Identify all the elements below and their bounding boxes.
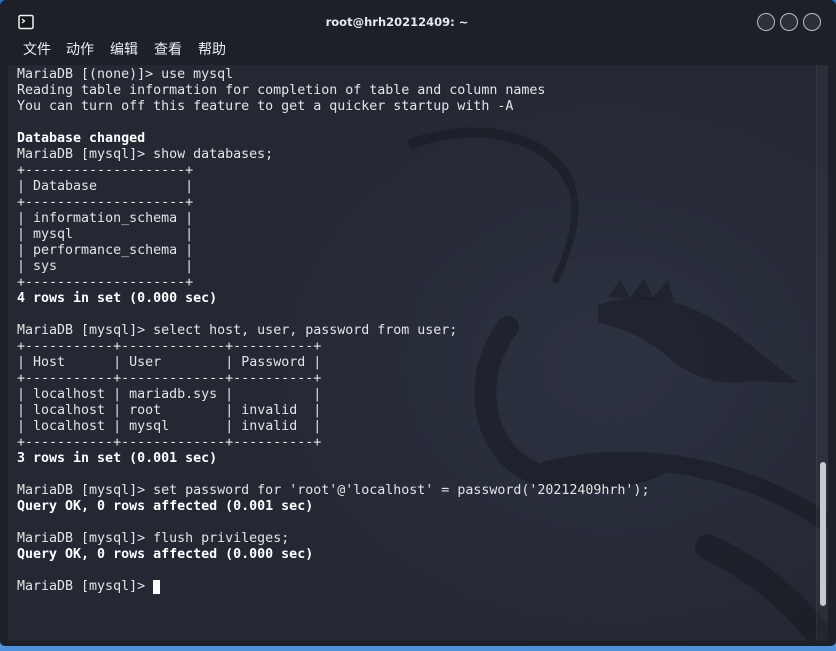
status-message: Database changed	[17, 131, 146, 146]
table-cell: localhost	[33, 403, 106, 418]
command-line: MariaDB [mysql]> select host, user, pass…	[17, 323, 814, 339]
terminal-text: MariaDB [(none)]> use mysql Reading tabl…	[17, 67, 814, 595]
menu-edit[interactable]: 编辑	[110, 40, 138, 60]
table-cell: information_schema	[33, 211, 178, 226]
menu-file[interactable]: 文件	[23, 40, 51, 60]
terminal-window: root@hrh20212409: ~ 文件 动作 编辑 查看 帮助 Maria…	[0, 0, 836, 646]
table-border: +-----------+-------------+----------+	[17, 435, 322, 450]
table-cell: sys	[33, 259, 58, 274]
column-header: Database	[33, 179, 98, 194]
info-message: You can turn off this feature to get a q…	[17, 99, 514, 114]
user-table: +-----------+-------------+----------+ | …	[17, 339, 814, 451]
table-cell: invalid	[241, 419, 298, 434]
prompt: MariaDB [(none)]>	[17, 67, 154, 82]
prompt: MariaDB [mysql]>	[17, 579, 146, 594]
status-message: 4 rows in set (0.000 sec)	[17, 291, 218, 306]
prompt: MariaDB [mysql]>	[17, 483, 146, 498]
table-header: | Database |	[17, 179, 194, 194]
table-row: | localhost | mysql | invalid |	[17, 419, 322, 434]
table-cell: performance_schema	[33, 243, 178, 258]
scrollbar-thumb[interactable]	[820, 462, 826, 607]
column-header: Password	[241, 355, 306, 370]
status-message: Query OK, 0 rows affected (0.000 sec)	[17, 547, 314, 562]
table-row: | localhost | mariadb.sys | |	[17, 387, 322, 402]
command-text: set password for 'root'@'localhost' = pa…	[153, 483, 650, 498]
prompt: MariaDB [mysql]>	[17, 323, 146, 338]
table-cell: mariadb.sys	[129, 387, 218, 402]
scrollbar[interactable]	[816, 65, 828, 641]
databases-table: +--------------------+ | Database | +-----…	[17, 163, 814, 291]
table-cell: invalid	[241, 403, 298, 418]
table-cell: mysql	[129, 419, 170, 434]
table-cell: localhost	[33, 419, 106, 434]
command-text: flush privileges;	[153, 531, 290, 546]
table-header: | Host | User | Password |	[17, 355, 322, 370]
table-border: +-----------+-------------+----------+	[17, 339, 322, 354]
title-bar[interactable]: root@hrh20212409: ~	[0, 0, 836, 40]
command-text: select host, user, password from user;	[153, 323, 458, 338]
command-line: MariaDB [mysql]> flush privileges;	[17, 531, 814, 547]
table-cell: localhost	[33, 387, 106, 402]
table-border: +--------------------+	[17, 163, 194, 178]
text-cursor	[153, 580, 161, 594]
command-line: MariaDB [mysql]> show databases;	[17, 147, 814, 163]
minimize-button[interactable]	[757, 13, 775, 31]
table-row: | mysql |	[17, 227, 194, 242]
maximize-button[interactable]	[780, 13, 798, 31]
menu-view[interactable]: 查看	[154, 40, 182, 60]
column-header: Host	[33, 355, 66, 370]
menu-bar: 文件 动作 编辑 查看 帮助	[0, 40, 836, 62]
info-message: Reading table information for completion…	[17, 83, 546, 98]
table-border: +--------------------+	[17, 195, 194, 210]
prompt: MariaDB [mysql]>	[17, 147, 146, 162]
status-message: 3 rows in set (0.001 sec)	[17, 451, 218, 466]
command-line: MariaDB [(none)]> use mysql	[17, 67, 814, 83]
menu-help[interactable]: 帮助	[198, 40, 226, 60]
table-row: | information_schema |	[17, 211, 194, 226]
close-button[interactable]	[803, 13, 821, 31]
table-row: | performance_schema |	[17, 243, 194, 258]
active-prompt-line: MariaDB [mysql]>	[17, 579, 814, 595]
column-header: User	[129, 355, 162, 370]
table-row: | sys |	[17, 259, 194, 274]
terminal-output[interactable]: MariaDB [(none)]> use mysql Reading tabl…	[8, 65, 828, 641]
prompt: MariaDB [mysql]>	[17, 531, 146, 546]
command-text: use mysql	[161, 67, 234, 82]
command-line: MariaDB [mysql]> set password for 'root'…	[17, 483, 814, 499]
table-border: +-----------+-------------+----------+	[17, 371, 322, 386]
status-message: Query OK, 0 rows affected (0.001 sec)	[17, 499, 314, 514]
table-cell: mysql	[33, 227, 74, 242]
command-text: show databases;	[153, 147, 274, 162]
window-title: root@hrh20212409: ~	[325, 15, 469, 29]
table-border: +--------------------+	[17, 275, 194, 290]
table-cell: root	[129, 403, 162, 418]
table-row: | localhost | root | invalid |	[17, 403, 322, 418]
menu-action[interactable]: 动作	[66, 40, 94, 60]
